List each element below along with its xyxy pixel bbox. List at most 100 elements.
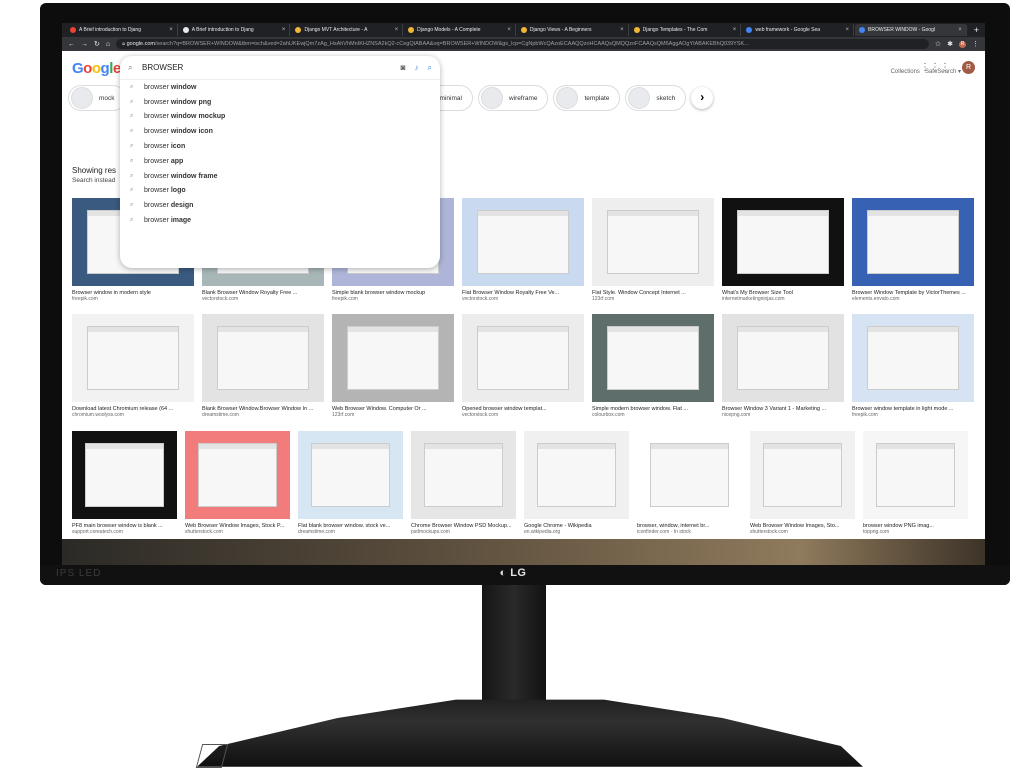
image-result[interactable]: Flat blank browser window. stock ve... dr…: [298, 431, 403, 535]
image-result[interactable]: Flat Browser Window Royalty Free Ve... ve…: [462, 198, 584, 302]
image-result[interactable]: browser, window, internet br... iconfinde…: [637, 431, 742, 535]
suggestion-item[interactable]: ⌕ browser window frame: [120, 169, 440, 184]
result-thumbnail[interactable]: [592, 314, 714, 402]
close-tab-icon[interactable]: ×: [846, 27, 850, 33]
browser-tab[interactable]: A Brief introduction to Djang ×: [179, 24, 291, 36]
image-result[interactable]: Simple modern browser window. Flat ... co…: [592, 314, 714, 418]
result-source[interactable]: freepik.com: [852, 412, 974, 418]
result-source[interactable]: colourbox.com: [592, 412, 714, 418]
image-result[interactable]: Web Browser Window Images, Sto... shutter…: [750, 431, 855, 535]
image-result[interactable]: Download latest Chromium release (64 ...…: [72, 314, 194, 418]
google-logo[interactable]: Google: [72, 60, 121, 77]
result-source[interactable]: vectorstock.com: [202, 296, 324, 302]
browser-tab[interactable]: BROWSER WINDOW - Googl ×: [855, 24, 967, 36]
result-source[interactable]: shutterstock.com: [750, 529, 855, 535]
related-chip[interactable]: wireframe: [477, 85, 549, 111]
result-source[interactable]: en.wikipedia.org: [524, 529, 629, 535]
suggestion-item[interactable]: ⌕ browser logo: [120, 184, 440, 199]
close-tab-icon[interactable]: ×: [282, 27, 286, 33]
star-icon[interactable]: ☆: [935, 40, 941, 48]
result-thumbnail[interactable]: [185, 431, 290, 519]
search-submit-icon[interactable]: ⌕: [428, 63, 432, 73]
close-tab-icon[interactable]: ×: [958, 27, 962, 33]
suggestion-item[interactable]: ⌕ browser window png: [120, 95, 440, 110]
result-source[interactable]: nicepng.com: [722, 412, 844, 418]
browser-tab[interactable]: web framework - Google Sea ×: [742, 24, 855, 36]
safesearch-toggle[interactable]: SafeSearch ▾: [925, 69, 961, 75]
close-tab-icon[interactable]: ×: [395, 27, 399, 33]
suggestion-item[interactable]: ⌕ browser window mockup: [120, 110, 440, 125]
browser-tab[interactable]: Django MVT Architecture - A ×: [291, 24, 404, 36]
browser-tab[interactable]: Django Models - A Complete ×: [404, 24, 516, 36]
related-chip[interactable]: sketch: [625, 85, 687, 111]
result-source[interactable]: psdmockups.com: [411, 529, 516, 535]
result-source[interactable]: 123rf.com: [592, 296, 714, 302]
result-source[interactable]: chromium.woolyss.com: [72, 412, 194, 418]
result-source[interactable]: freepik.com: [72, 296, 194, 302]
url-input[interactable]: 🔒︎ google.com /search?q=BROWSER+WINDOW&t…: [116, 39, 929, 49]
image-result[interactable]: What's My Browser Size Tool internetmarke…: [722, 198, 844, 302]
close-tab-icon[interactable]: ×: [620, 27, 624, 33]
suggestion-item[interactable]: ⌕ browser window icon: [120, 124, 440, 139]
result-source[interactable]: dreamstime.com: [298, 529, 403, 535]
result-source[interactable]: iconfinder.com · In stock: [637, 529, 742, 535]
result-source[interactable]: support.coreatech.com: [72, 529, 177, 535]
result-thumbnail[interactable]: [72, 314, 194, 402]
image-result[interactable]: Opened browser window templat... vectorst…: [462, 314, 584, 418]
result-thumbnail[interactable]: [332, 314, 454, 402]
image-result[interactable]: Flat Style. Window Concept Internet ... 1…: [592, 198, 714, 302]
image-result[interactable]: Browser Window 3 Variant 1 - Marketing .…: [722, 314, 844, 418]
image-result[interactable]: Chrome Browser Window PSD Mockup... psdmo…: [411, 431, 516, 535]
image-result[interactable]: Browser window template in light mode ..…: [852, 314, 974, 418]
result-thumbnail[interactable]: [637, 431, 742, 519]
browser-tab[interactable]: Django Templates - The Com ×: [630, 24, 742, 36]
chips-next-arrow-icon[interactable]: ›: [691, 87, 714, 109]
extensions-icon[interactable]: ✱: [947, 40, 953, 48]
reload-icon[interactable]: ↻: [94, 40, 100, 48]
home-icon[interactable]: ⌂: [106, 41, 110, 48]
result-thumbnail[interactable]: [411, 431, 516, 519]
result-thumbnail[interactable]: [750, 431, 855, 519]
microphone-icon[interactable]: ♪: [415, 63, 419, 73]
result-thumbnail[interactable]: [462, 198, 584, 286]
result-thumbnail[interactable]: [722, 314, 844, 402]
suggestion-item[interactable]: ⌕ browser image: [120, 213, 440, 228]
result-source[interactable]: toppng.com: [863, 529, 968, 535]
result-thumbnail[interactable]: [852, 198, 974, 286]
result-thumbnail[interactable]: [722, 198, 844, 286]
image-result[interactable]: Web Browser Window Images, Stock P... shu…: [185, 431, 290, 535]
result-source[interactable]: 123rf.com: [332, 412, 454, 418]
menu-icon[interactable]: ⋮: [972, 40, 979, 48]
profile-avatar[interactable]: R: [959, 40, 966, 48]
related-chip[interactable]: mock: [68, 85, 126, 111]
image-result[interactable]: PF8 main browser window is blank ... supp…: [72, 431, 177, 535]
browser-tab[interactable]: Django Views - A Beginners ×: [517, 24, 629, 36]
close-tab-icon[interactable]: ×: [733, 27, 737, 33]
close-tab-icon[interactable]: ×: [507, 27, 511, 33]
account-avatar[interactable]: R: [962, 61, 975, 74]
image-result[interactable]: Google Chrome - Wikipedia en.wikipedia.or…: [524, 431, 629, 535]
forward-icon[interactable]: →: [81, 41, 88, 48]
search-input[interactable]: BROWSER: [142, 63, 401, 72]
suggestion-item[interactable]: ⌕ browser design: [120, 198, 440, 213]
result-source[interactable]: shutterstock.com: [185, 529, 290, 535]
image-result[interactable]: Browser Window Template by VictorThemes …: [852, 198, 974, 302]
result-source[interactable]: dreamstime.com: [202, 412, 324, 418]
image-result[interactable]: Web Browser Window. Computer Or ... 123rf…: [332, 314, 454, 418]
browser-tab[interactable]: A Brief introduction to Djang ×: [66, 24, 178, 36]
image-result[interactable]: Blank Browser Window.Browser Window In .…: [202, 314, 324, 418]
result-thumbnail[interactable]: [863, 431, 968, 519]
result-thumbnail[interactable]: [592, 198, 714, 286]
new-tab-button[interactable]: +: [968, 25, 985, 35]
result-source[interactable]: internetmarketingninjas.com: [722, 296, 844, 302]
result-thumbnail[interactable]: [852, 314, 974, 402]
result-thumbnail[interactable]: [72, 431, 177, 519]
result-thumbnail[interactable]: [298, 431, 403, 519]
result-source[interactable]: freepik.com: [332, 296, 454, 302]
suggestion-item[interactable]: ⌕ browser icon: [120, 139, 440, 154]
result-thumbnail[interactable]: [462, 314, 584, 402]
result-source[interactable]: vectorstock.com: [462, 296, 584, 302]
related-chip[interactable]: template: [553, 85, 621, 111]
suggestion-item[interactable]: ⌕ browser window: [120, 80, 440, 95]
collections-link[interactable]: Collections: [891, 69, 920, 75]
